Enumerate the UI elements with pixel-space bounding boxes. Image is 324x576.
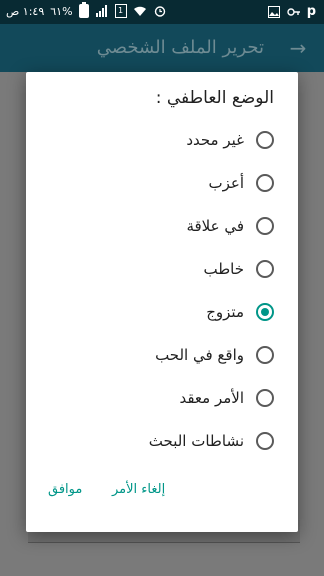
ok-button[interactable]: موافق: [48, 482, 82, 497]
radio-button[interactable]: [256, 432, 274, 450]
key-icon: [286, 5, 301, 19]
option-label: أعزب: [208, 174, 244, 192]
option-label: في علاقة: [186, 217, 244, 235]
status-left: ١:٤٩ ص ٦١% 1: [6, 2, 167, 18]
battery-icon: [78, 2, 89, 18]
radio-button[interactable]: [256, 217, 274, 235]
app-toolbar: تحرير الملف الشخصي →: [0, 24, 324, 72]
dialog-title: الوضع العاطفي :: [155, 88, 274, 108]
radio-button[interactable]: [256, 174, 274, 192]
option-label: واقع في الحب: [155, 346, 244, 364]
option-label: الأمر معقد: [179, 389, 244, 407]
option-complicated[interactable]: الأمر معقد: [46, 383, 274, 413]
option-label: نشاطات البحث: [148, 432, 244, 450]
radio-button[interactable]: [256, 131, 274, 149]
option-label: خاطب: [203, 260, 244, 278]
status-right: p: [267, 4, 316, 19]
status-time: ١:٤٩ ص: [6, 4, 45, 18]
carrier-icon: p: [306, 4, 316, 19]
signal-icon: [95, 4, 109, 18]
option-in-love[interactable]: واقع في الحب: [46, 340, 274, 370]
sim-indicator: 1: [114, 4, 127, 18]
cancel-button[interactable]: إلغاء الأمر: [112, 482, 165, 497]
radio-button-checked[interactable]: [256, 303, 274, 321]
option-searching[interactable]: نشاطات البحث: [46, 426, 274, 456]
radio-button[interactable]: [256, 260, 274, 278]
image-notification-icon: [267, 5, 281, 19]
status-bar: ١:٤٩ ص ٦١% 1 p: [0, 0, 324, 24]
option-label: متزوج: [206, 303, 244, 321]
option-label: غير محدد: [186, 131, 244, 149]
battery-percent: ٦١%: [50, 4, 73, 18]
dialog-actions: موافق إلغاء الأمر: [26, 482, 298, 502]
option-engaged[interactable]: خاطب: [46, 254, 274, 284]
radio-button[interactable]: [256, 389, 274, 407]
radio-button[interactable]: [256, 346, 274, 364]
alarm-icon: [153, 4, 167, 18]
page-title: تحرير الملف الشخصي: [96, 37, 264, 58]
option-in-relationship[interactable]: في علاقة: [46, 211, 274, 241]
option-married[interactable]: متزوج: [46, 297, 274, 327]
wifi-icon: [133, 4, 147, 18]
relationship-status-dialog: الوضع العاطفي : غير محدد أعزب في علاقة خ…: [26, 72, 298, 532]
option-unspecified[interactable]: غير محدد: [46, 125, 274, 155]
back-arrow-icon[interactable]: →: [286, 36, 310, 60]
option-single[interactable]: أعزب: [46, 168, 274, 198]
